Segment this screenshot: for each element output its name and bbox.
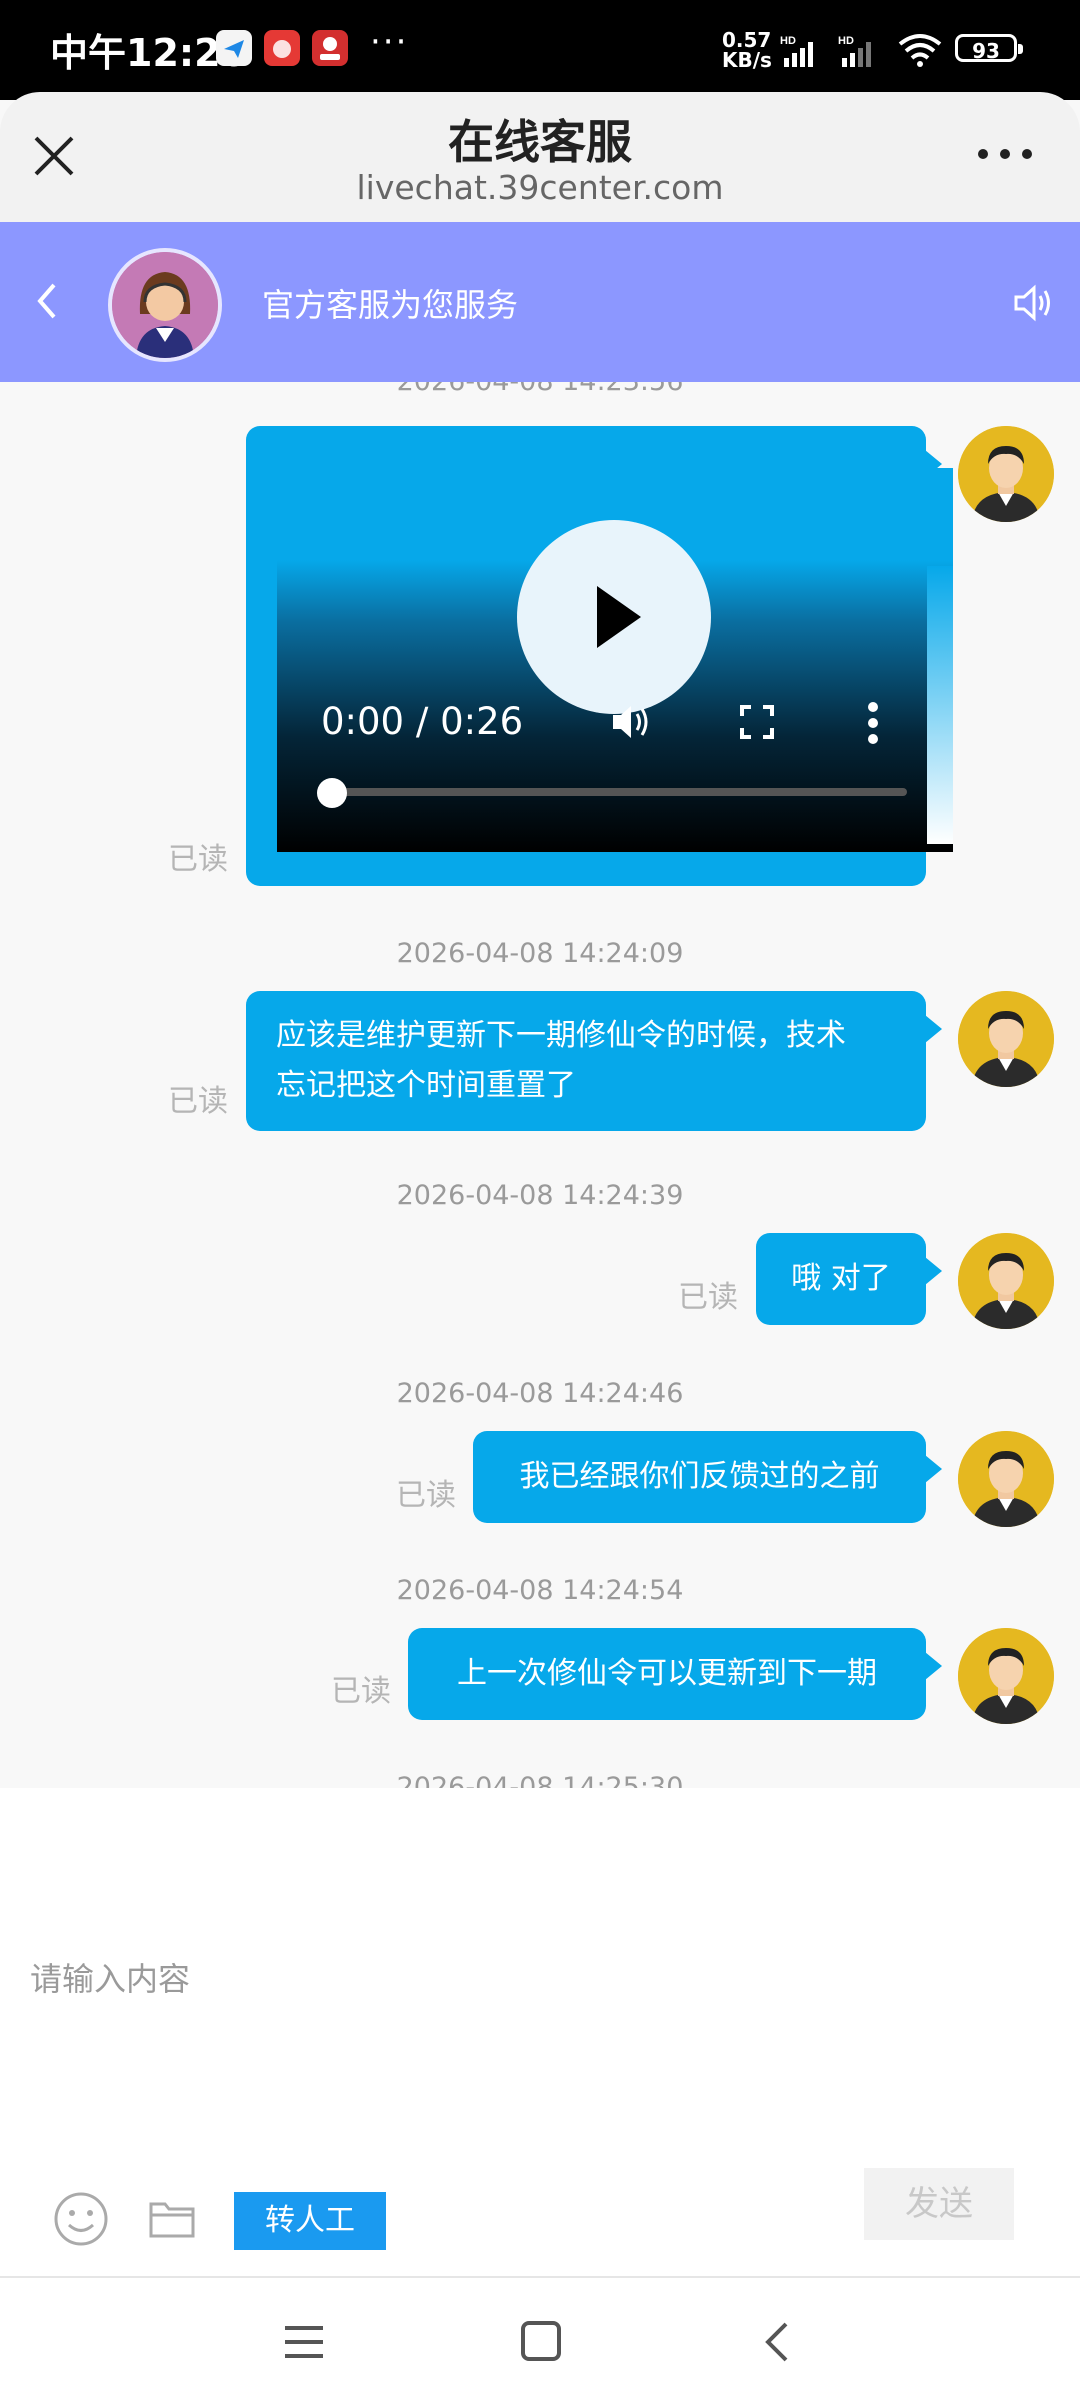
emoji-icon[interactable] <box>52 2190 110 2248</box>
svg-text:HD: HD <box>780 36 796 47</box>
video-time: 0:00 / 0:26 <box>321 700 524 743</box>
video-more-icon[interactable] <box>867 702 879 744</box>
user-avatar <box>958 1431 1054 1527</box>
read-status: 已读 <box>396 1478 456 1513</box>
more-notifications-icon: ··· <box>370 22 409 62</box>
speaker-icon[interactable] <box>1012 282 1054 324</box>
menu-icon[interactable] <box>283 2322 325 2362</box>
fullscreen-icon[interactable] <box>739 704 775 740</box>
chat-header: 官方客服为您服务 <box>0 222 1080 382</box>
back-nav-icon[interactable] <box>760 2320 792 2364</box>
app-notification-icon <box>264 30 300 66</box>
video-progress-bar[interactable] <box>317 788 907 796</box>
read-status: 已读 <box>678 1280 738 1315</box>
signal-icon: HD <box>838 36 871 67</box>
message-timestamp: 2026-04-08 14:24:46 <box>396 1378 684 1409</box>
network-speed: 0.57 KB/s <box>722 28 772 72</box>
volume-icon[interactable] <box>609 700 657 744</box>
input-area: 转人工 发送 <box>0 1788 1080 2276</box>
message-list[interactable]: 2026-04-08 14:23:56 0:00 / 0:26 <box>0 382 1080 1788</box>
message-text-line: 忘记把这个时间重置了 <box>276 1068 576 1103</box>
battery-indicator: 93 <box>955 34 1023 63</box>
message-timestamp: 2026-04-08 14:24:09 <box>396 938 684 969</box>
text-message-bubble[interactable]: 我已经跟你们反馈过的之前 <box>473 1431 942 1523</box>
message-timestamp: 2026-04-08 14:23:56 <box>0 382 1080 397</box>
message-timestamp: 2026-04-08 14:24:39 <box>396 1180 684 1211</box>
app-notification-icon <box>312 30 348 66</box>
message-text: 我已经跟你们反馈过的之前 <box>519 1459 880 1494</box>
video-progress-knob[interactable] <box>317 778 347 808</box>
read-status: 已读 <box>331 1674 391 1709</box>
agent-avatar <box>108 248 222 362</box>
message-input[interactable] <box>28 1948 852 2010</box>
wifi-icon <box>898 34 942 67</box>
message-timestamp: 2026-04-08 14:24:54 <box>396 1575 684 1606</box>
read-status: 已读 <box>168 842 228 877</box>
text-message-bubble[interactable]: 哦 对了 <box>756 1233 942 1325</box>
video-player[interactable]: 0:00 / 0:26 <box>277 468 953 852</box>
user-avatar <box>958 1628 1054 1724</box>
message-text: 上一次修仙令可以更新到下一期 <box>457 1656 877 1691</box>
back-icon[interactable] <box>32 279 62 323</box>
video-edge <box>927 566 953 844</box>
text-message-bubble[interactable]: 应该是维护更新下一期修仙令的时候，技术 忘记把这个时间重置了 <box>246 991 942 1131</box>
page-title: 在线客服 <box>448 115 632 169</box>
chat-header-title: 官方客服为您服务 <box>262 286 519 324</box>
signal-icon: HD <box>780 36 813 67</box>
system-nav-bar <box>0 2276 1080 2403</box>
message-timestamp: 2026-04-08 14:25:30 <box>396 1772 684 1788</box>
page-url: livechat.39center.com <box>356 168 724 207</box>
svg-text:HD: HD <box>838 36 854 47</box>
user-avatar <box>958 1233 1054 1329</box>
play-button[interactable] <box>517 520 711 714</box>
send-button[interactable]: 发送 <box>864 2168 1014 2240</box>
user-avatar <box>958 991 1054 1087</box>
home-icon[interactable] <box>520 2320 562 2362</box>
read-status: 已读 <box>168 1084 228 1119</box>
status-bar: 中午12:26 ··· 0.57 KB/s HD HD 93 <box>0 0 1080 100</box>
transfer-to-human-button[interactable]: 转人工 <box>234 2192 386 2250</box>
message-text-line: 应该是维护更新下一期修仙令的时候，技术 <box>276 1018 846 1053</box>
more-icon[interactable] <box>975 144 1035 164</box>
app-notification-icon <box>216 30 252 66</box>
user-avatar <box>958 426 1054 522</box>
folder-icon[interactable] <box>148 2196 196 2240</box>
message-text: 哦 对了 <box>791 1261 891 1296</box>
text-message-bubble[interactable]: 上一次修仙令可以更新到下一期 <box>408 1628 942 1720</box>
browser-header: 在线客服 livechat.39center.com <box>0 92 1080 222</box>
